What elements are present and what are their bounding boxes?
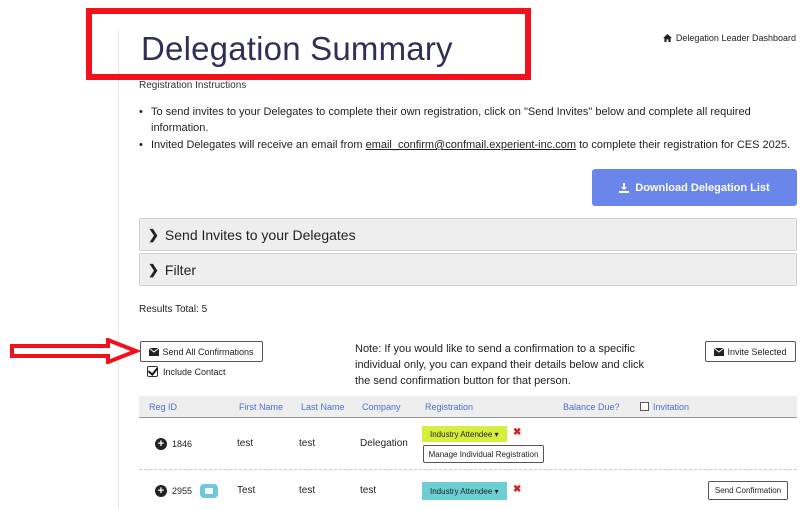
instruction-text: to complete their registration for CES 2… — [576, 139, 791, 151]
home-icon — [662, 34, 672, 42]
checkbox-checked-icon[interactable] — [147, 366, 158, 377]
send-all-label: Send All Confirmations — [162, 346, 254, 357]
instructions-list: To send invites to your Delegates to com… — [139, 104, 799, 154]
send-all-confirmations-button[interactable]: Send All Confirmations — [140, 341, 263, 362]
invite-selected-label: Invite Selected — [727, 346, 787, 357]
col-company[interactable]: Company — [362, 402, 401, 412]
filter-panel[interactable]: ❯ Filter — [139, 253, 797, 286]
col-reg-id[interactable]: Reg ID — [149, 402, 177, 412]
company-cell: Delegation — [360, 438, 408, 449]
arrow-right-annotation — [10, 338, 140, 364]
table-row: +2955 Test test test Industry Attendee ▾… — [139, 471, 797, 509]
last-name-cell: test — [299, 485, 316, 496]
instructions-title: Registration Instructions — [139, 80, 247, 91]
chevron-right-icon: ❯ — [148, 226, 159, 242]
send-confirmation-button[interactable]: Send Confirmation — [708, 481, 788, 500]
results-total: Results Total: 5 — [139, 304, 208, 315]
reg-id: 2955 — [172, 486, 193, 496]
registration-type-label: Industry Attendee — [430, 429, 493, 439]
last-name-cell: test — [299, 438, 316, 449]
dashboard-link[interactable]: Delegation Leader Dashboard — [662, 33, 796, 43]
confirm-email-link[interactable]: email_confirm@confmail.experient-inc.com — [366, 139, 576, 151]
filter-panel-label: Filter — [164, 261, 197, 278]
col-balance-due[interactable]: Balance Due? — [563, 402, 620, 412]
col-last-name[interactable]: Last Name — [301, 402, 345, 412]
col-invitation[interactable]: Invitation — [640, 402, 689, 412]
company-cell: test — [360, 485, 377, 496]
col-first-name[interactable]: First Name — [239, 402, 283, 412]
registration-type-label: Industry Attendee — [430, 486, 493, 496]
registration-type-dropdown[interactable]: Industry Attendee ▾ — [422, 482, 507, 500]
caret-down-icon: ▾ — [494, 429, 499, 439]
instruction-text: Invited Delegates will receive an email … — [151, 139, 366, 151]
download-delegation-list-button[interactable]: Download Delegation List — [592, 169, 797, 206]
registration-type-dropdown[interactable]: Industry Attendee ▾ — [422, 426, 507, 442]
table-row: +1846 test test Delegation Industry Atte… — [139, 418, 797, 470]
include-contact-option[interactable]: Include Contact — [147, 366, 226, 377]
col-invitation-label: Invitation — [653, 402, 690, 412]
envelope-icon — [714, 347, 725, 356]
remove-icon[interactable]: ✖ — [513, 427, 521, 438]
include-contact-label: Include Contact — [163, 366, 226, 377]
invite-selected-button[interactable]: Invite Selected — [705, 341, 796, 362]
reg-id-cell: +1846 — [155, 438, 192, 450]
send-invites-panel[interactable]: ❯ Send Invites to your Delegates — [139, 218, 797, 251]
caret-down-icon: ▾ — [494, 486, 499, 496]
chevron-right-icon: ❯ — [148, 261, 159, 277]
download-icon — [619, 182, 630, 193]
dashboard-link-label: Delegation Leader Dashboard — [675, 33, 796, 43]
col-registration[interactable]: Registration — [425, 402, 473, 412]
instruction-item: Invited Delegates will receive an email … — [139, 137, 799, 153]
reg-id-cell: +2955 — [155, 484, 219, 498]
left-divider — [118, 30, 119, 509]
first-name-cell: Test — [237, 485, 256, 496]
first-name-cell: test — [237, 438, 254, 449]
plus-circle-icon[interactable]: + — [155, 485, 167, 497]
manage-individual-registration-button[interactable]: Manage Individual Registration — [423, 445, 544, 463]
send-invites-panel-label: Send Invites to your Delegates — [164, 226, 356, 243]
annotation-highlight-box — [86, 8, 531, 80]
confirmation-note: Note: If you would like to send a confir… — [355, 343, 645, 387]
envelope-icon — [200, 484, 219, 498]
select-all-checkbox[interactable] — [640, 402, 649, 411]
instruction-item: To send invites to your Delegates to com… — [139, 104, 799, 136]
reg-id: 1846 — [172, 439, 193, 449]
download-button-label: Download Delegation List — [635, 181, 770, 194]
remove-icon[interactable]: ✖ — [513, 484, 521, 495]
table-header: Reg ID First Name Last Name Company Regi… — [139, 396, 797, 418]
plus-circle-icon[interactable]: + — [155, 438, 167, 450]
envelope-icon — [149, 347, 160, 356]
